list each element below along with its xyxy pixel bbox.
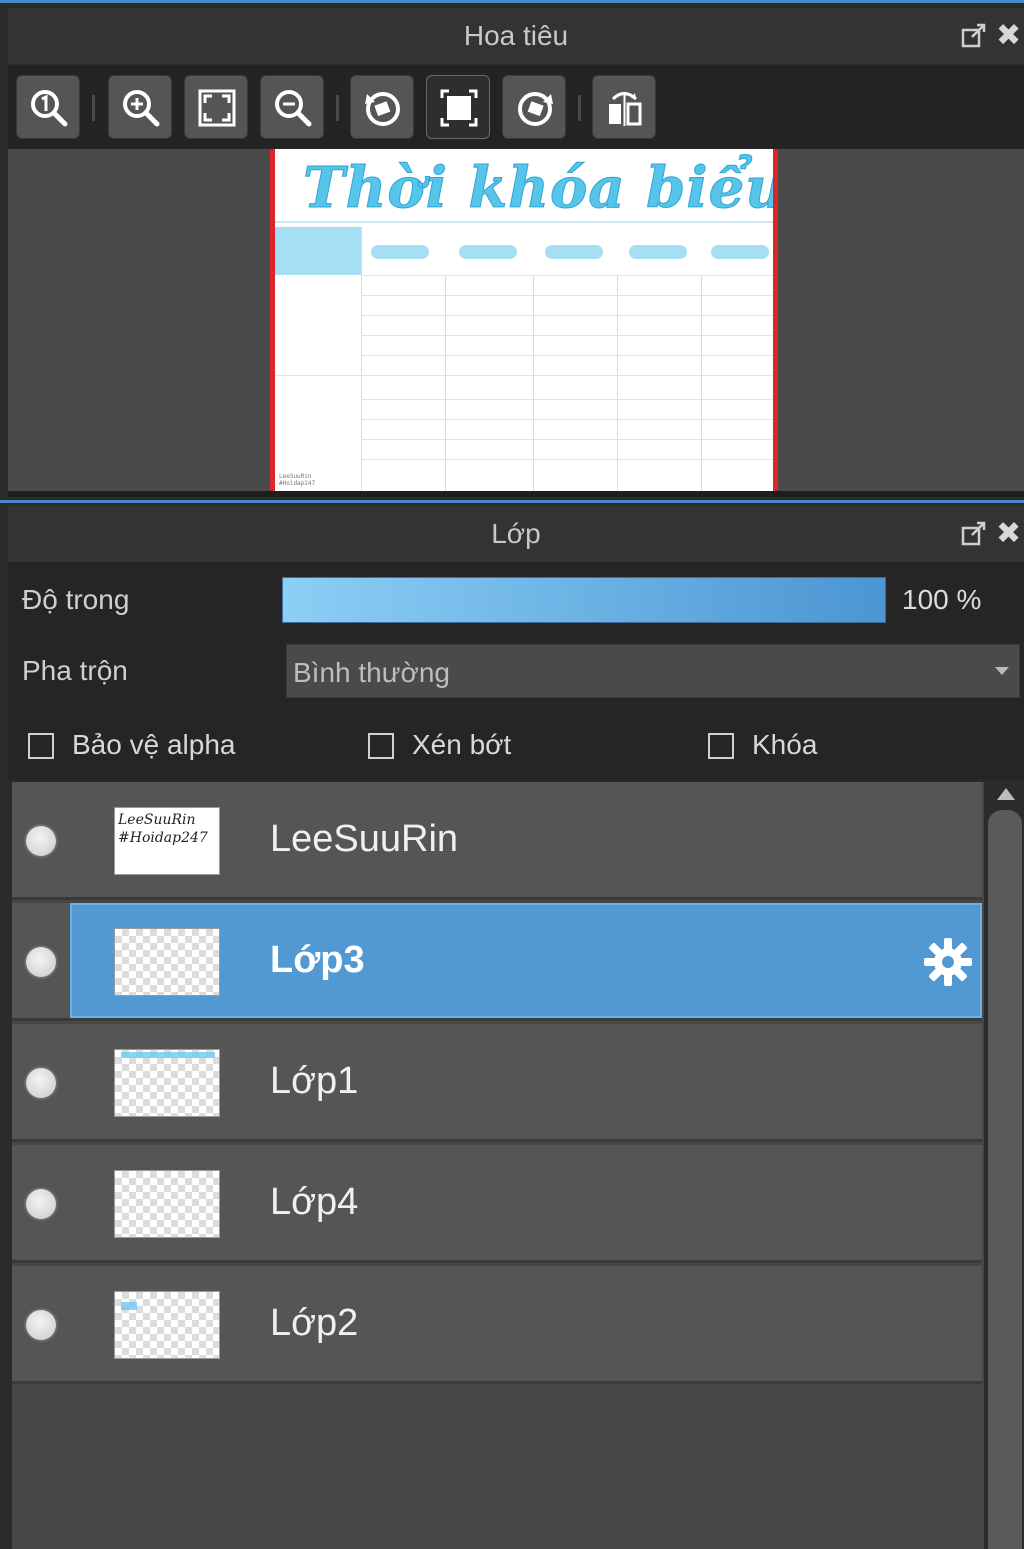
preview-header-pill (371, 245, 429, 259)
flip-icon (609, 92, 642, 126)
zoom-out-button[interactable] (260, 75, 324, 139)
fit-screen-button[interactable] (184, 75, 248, 139)
preview-header-cell (275, 227, 361, 275)
visibility-toggle[interactable] (26, 1310, 56, 1340)
preview-rule (275, 221, 773, 223)
layer-name: Lớp2 (270, 1302, 359, 1344)
toolbar-separator (92, 95, 95, 121)
opacity-value: 100 % (902, 584, 982, 615)
layer-thumbnail: LeeSuuRin #Hoidap247 (114, 807, 220, 875)
preview-header-pill (459, 245, 517, 259)
thumbnail-content (121, 1302, 137, 1310)
rotate-left-button[interactable] (350, 75, 414, 139)
preview-signature: LeeSuuRin #Hoidap247 (279, 473, 316, 487)
fit-frame-icon (440, 89, 478, 127)
toolbar-separator (578, 95, 581, 121)
scroll-up-icon[interactable] (997, 788, 1015, 800)
preview-grid-line (361, 335, 773, 336)
checkbox-box[interactable] (708, 733, 734, 759)
preview-grid-line (275, 375, 773, 376)
preview-grid-line (361, 439, 773, 440)
panel-divider (8, 491, 1024, 497)
canvas-preview[interactable]: Thời khóa biểu LeeSuuRin #Hoidap247 (270, 149, 778, 491)
layer-list-scrollbar[interactable] (986, 782, 1024, 1549)
layers-title: Lớp (491, 518, 541, 549)
layer-row-selected[interactable]: Lớp3 (12, 903, 982, 1021)
close-icon[interactable]: ✖ (996, 519, 1024, 549)
zoom-in-icon (123, 90, 160, 127)
zoom-in-button[interactable] (108, 75, 172, 139)
preview-header-pill (711, 245, 769, 259)
navigator-toolbar (8, 65, 1024, 149)
layer-thumbnail (114, 1170, 220, 1238)
chevron-down-icon (995, 667, 1009, 675)
navigator-panel: Hoa tiêu ✖ Thời khóa biểu LeeSuuRin #Hoi… (0, 0, 1024, 498)
preview-header-pill (545, 245, 603, 259)
preview-grid-line (361, 399, 773, 400)
close-icon[interactable]: ✖ (996, 21, 1024, 51)
layer-thumbnail (114, 1291, 220, 1359)
preview-grid-line (361, 275, 773, 276)
checkbox-box[interactable] (28, 733, 54, 759)
layer-properties: Độ trong 100 % Pha trộn Bình thường Bảo … (8, 562, 1024, 780)
layer-row[interactable]: Lớp4 (12, 1145, 982, 1263)
detach-icon[interactable] (960, 520, 988, 548)
preview-grid-line (361, 295, 773, 296)
detach-icon[interactable] (960, 22, 988, 50)
layer-row[interactable]: Lớp2 (12, 1266, 982, 1384)
layer-name: Lớp3 (270, 939, 365, 981)
preview-grid-line (361, 315, 773, 316)
rotate-right-icon (518, 92, 553, 126)
navigator-header: Hoa tiêu ✖ (8, 8, 1024, 64)
navigator-title: Hoa tiêu (463, 20, 569, 51)
visibility-toggle[interactable] (26, 947, 56, 977)
visibility-toggle[interactable] (26, 1189, 56, 1219)
preview-grid-line (361, 355, 773, 356)
opacity-slider[interactable] (282, 577, 886, 623)
scroll-thumb[interactable] (988, 810, 1022, 1549)
gear-icon[interactable] (922, 936, 974, 988)
layers-header: Lớp ✖ (8, 506, 1024, 562)
navigator-canvas[interactable]: Thời khóa biểu LeeSuuRin #Hoidap247 (8, 149, 1024, 497)
zoom-out-icon (275, 90, 312, 127)
preview-grid-line (361, 459, 773, 460)
preview-header-pill (629, 245, 687, 259)
layer-name: Lớp4 (270, 1181, 359, 1223)
layer-row[interactable]: Lớp1 (12, 1024, 982, 1142)
visibility-toggle[interactable] (26, 1068, 56, 1098)
thumbnail-text: LeeSuuRin #Hoidap247 (118, 812, 208, 846)
blend-label: Pha trộn (22, 655, 128, 686)
layer-row[interactable]: LeeSuuRin #Hoidap247 LeeSuuRin (12, 782, 982, 900)
layer-list: LeeSuuRin #Hoidap247 LeeSuuRin Lớp3 Lớp1… (12, 782, 984, 1549)
toolbar-separator (336, 95, 339, 121)
fit-screen-icon (198, 89, 236, 127)
lock-label: Khóa (752, 729, 818, 760)
flip-button[interactable] (592, 75, 656, 139)
preview-title: Thời khóa biểu (303, 155, 778, 222)
layer-thumbnail (114, 1049, 220, 1117)
preview-grid-line (361, 227, 362, 491)
clip-label: Xén bớt (412, 729, 512, 760)
fit-frame-button[interactable] (426, 75, 490, 139)
zoom-actual-button[interactable] (16, 75, 80, 139)
preview-grid-line (361, 419, 773, 420)
visibility-toggle[interactable] (26, 826, 56, 856)
layer-name: LeeSuuRin (270, 818, 459, 860)
checkbox-box[interactable] (368, 733, 394, 759)
rotate-left-icon (365, 92, 400, 126)
opacity-label: Độ trong (22, 584, 130, 615)
blend-mode-value: Bình thường (293, 657, 450, 688)
layer-thumbnail (114, 928, 220, 996)
zoom-actual-icon (31, 90, 68, 127)
layers-panel: Lớp ✖ Độ trong 100 % Pha trộn Bình thườn… (0, 500, 1024, 1549)
rotate-right-button[interactable] (502, 75, 566, 139)
protect-alpha-label: Bảo vệ alpha (72, 729, 236, 760)
blend-mode-select[interactable]: Bình thường (286, 644, 1020, 698)
layer-name: Lớp1 (270, 1060, 359, 1102)
thumbnail-content (121, 1052, 215, 1058)
